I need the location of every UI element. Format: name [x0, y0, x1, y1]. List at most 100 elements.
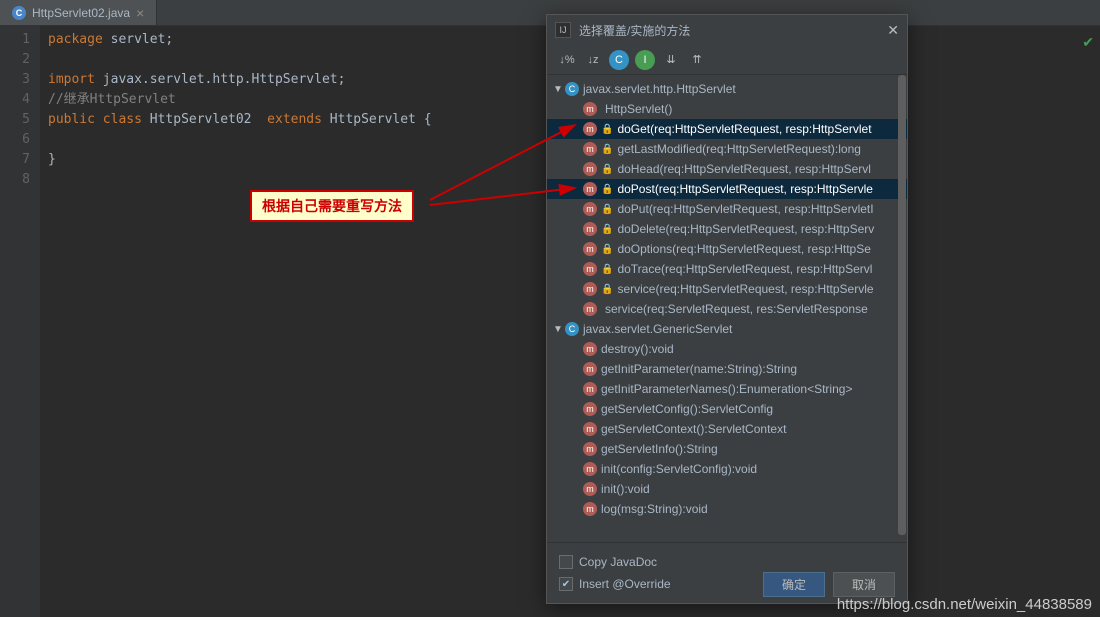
line-number: 6 — [0, 130, 30, 150]
lock-icon: 🔒 — [601, 204, 613, 215]
method-label: destroy():void — [601, 342, 674, 356]
method-icon: m — [583, 262, 597, 276]
dialog-titlebar: IJ 选择覆盖/实施的方法 ✕ — [547, 15, 907, 45]
lock-icon: 🔒 — [601, 124, 613, 135]
line-number: 4 — [0, 90, 30, 110]
tree-method-node[interactable]: m HttpServlet() — [547, 99, 907, 119]
scrollbar-thumb[interactable] — [898, 75, 906, 535]
ok-button[interactable]: 确定 — [763, 572, 825, 597]
method-label: getServletConfig():ServletConfig — [601, 402, 773, 416]
chevron-down-icon: ▼ — [553, 324, 565, 335]
tree-class-node[interactable]: ▼ C javax.servlet.GenericServlet — [547, 319, 907, 339]
tree-method-node[interactable]: mgetServletInfo():String — [547, 439, 907, 459]
method-icon: m — [583, 462, 597, 476]
dialog-title: 选择覆盖/实施的方法 — [579, 22, 690, 39]
class-label: javax.servlet.GenericServlet — [583, 322, 732, 336]
class-label: javax.servlet.http.HttpServlet — [583, 82, 736, 96]
tree-method-node[interactable]: m🔒doPost(req:HttpServletRequest, resp:Ht… — [547, 179, 907, 199]
tree-method-node[interactable]: m getInitParameterNames():Enumeration<Str… — [547, 379, 907, 399]
filter-class-icon[interactable]: C — [609, 50, 629, 70]
method-label: service(req:ServletRequest, res:ServletR… — [605, 302, 868, 316]
tree-method-node[interactable]: m 🔒 doGet(req:HttpServletRequest, resp:Htt… — [547, 119, 907, 139]
copy-javadoc-label: Copy JavaDoc — [579, 555, 657, 569]
no-problems-icon: ✔ — [1082, 34, 1094, 51]
method-icon: m — [583, 302, 597, 316]
line-number: 3 — [0, 70, 30, 90]
intellij-icon: IJ — [555, 22, 571, 38]
annotation-callout: 根据自己需要重写方法 — [250, 190, 414, 222]
method-label: HttpServlet() — [605, 102, 672, 116]
tree-method-node[interactable]: m 🔒 doDelete(req:HttpServletRequest, resp:… — [547, 219, 907, 239]
method-icon: m — [583, 442, 597, 456]
filter-interface-icon[interactable]: I — [635, 50, 655, 70]
lock-icon: 🔒 — [601, 284, 613, 295]
method-label: getInitParameterNames():Enumeration<Stri… — [601, 382, 852, 396]
lock-icon: 🔒 — [601, 164, 613, 175]
file-tab[interactable]: C HttpServlet02.java × — [0, 0, 157, 25]
line-number: 7 — [0, 150, 30, 170]
method-icon: m — [583, 282, 597, 296]
method-icon: m — [583, 242, 597, 256]
method-icon: m — [583, 102, 597, 116]
method-icon: m — [583, 162, 597, 176]
tree-method-node[interactable]: m destroy():void — [547, 339, 907, 359]
tree-method-node[interactable]: m 🔒 doTrace(req:HttpServletRequest, resp:H… — [547, 259, 907, 279]
class-icon: C — [565, 82, 579, 96]
method-label: doGet(req:HttpServletRequest, resp:HttpS… — [617, 122, 871, 136]
line-number: 2 — [0, 50, 30, 70]
copy-javadoc-checkbox[interactable] — [559, 555, 573, 569]
lock-icon: 🔒 — [601, 224, 613, 235]
method-icon: m — [583, 122, 597, 136]
tree-method-node[interactable]: minit():void — [547, 479, 907, 499]
expand-icon[interactable]: ⇊ — [661, 50, 681, 70]
method-tree[interactable]: ▼ C javax.servlet.http.HttpServlet m Http… — [547, 75, 907, 542]
method-label: doHead(req:HttpServletRequest, resp:Http… — [617, 162, 870, 176]
tree-method-node[interactable]: m getServletContext():ServletContext — [547, 419, 907, 439]
tree-class-node[interactable]: ▼ C javax.servlet.http.HttpServlet — [547, 79, 907, 99]
tree-method-node[interactable]: m service(req:ServletRequest, res:Servlet… — [547, 299, 907, 319]
tree-method-node[interactable]: m 🔒 service(req:HttpServletRequest, resp:H… — [547, 279, 907, 299]
tree-method-node[interactable]: m 🔒 doHead(req:HttpServletRequest, resp:Ht… — [547, 159, 907, 179]
method-icon: m — [583, 502, 597, 516]
method-icon: m — [583, 342, 597, 356]
lock-icon: 🔒 — [601, 184, 613, 195]
method-icon: m — [583, 142, 597, 156]
insert-override-checkbox[interactable]: ✔ — [559, 577, 573, 591]
override-methods-dialog: IJ 选择覆盖/实施的方法 ✕ ↓% ↓ᴢ C I ⇊ ⇈ ▼ C javax.… — [546, 14, 908, 604]
watermark: https://blog.csdn.net/weixin_44838589 — [837, 596, 1092, 613]
sort2-icon[interactable]: ↓ᴢ — [583, 50, 603, 70]
line-gutter: 1 2 3 4 5 6 7 8 — [0, 26, 40, 617]
collapse-icon[interactable]: ⇈ — [687, 50, 707, 70]
tree-method-node[interactable]: m🔒doOptions(req:HttpServletRequest, resp… — [547, 239, 907, 259]
method-label: doTrace(req:HttpServletRequest, resp:Htt… — [617, 262, 872, 276]
method-icon: m — [583, 382, 597, 396]
method-icon: m — [583, 222, 597, 236]
lock-icon: 🔒 — [601, 144, 613, 155]
method-label: log(msg:String):void — [601, 502, 708, 516]
method-label: doOptions(req:HttpServletRequest, resp:H… — [617, 242, 870, 256]
method-label: getLastModified(req:HttpServletRequest):… — [617, 142, 860, 156]
method-icon: m — [583, 482, 597, 496]
line-number: 5 — [0, 110, 30, 130]
dialog-toolbar: ↓% ↓ᴢ C I ⇊ ⇈ — [547, 45, 907, 75]
method-label: getServletContext():ServletContext — [601, 422, 786, 436]
method-icon: m — [583, 402, 597, 416]
chevron-down-icon: ▼ — [553, 84, 565, 95]
tree-method-node[interactable]: mgetInitParameter(name:String):String — [547, 359, 907, 379]
lock-icon: 🔒 — [601, 264, 613, 275]
dialog-footer: Copy JavaDoc ✔ Insert @Override 确定 取消 — [547, 542, 907, 603]
method-label: service(req:HttpServletRequest, resp:Htt… — [617, 282, 873, 296]
tree-method-node[interactable]: m log(msg:String):void — [547, 499, 907, 519]
method-label: doDelete(req:HttpServletRequest, resp:Ht… — [617, 222, 874, 236]
tree-method-node[interactable]: m🔒doPut(req:HttpServletRequest, resp:Htt… — [547, 199, 907, 219]
method-icon: m — [583, 422, 597, 436]
tree-method-node[interactable]: minit(config:ServletConfig):void — [547, 459, 907, 479]
tree-method-node[interactable]: m 🔒 getLastModified(req:HttpServletRequest… — [547, 139, 907, 159]
close-icon[interactable]: ✕ — [887, 22, 899, 39]
tree-method-node[interactable]: m getServletConfig():ServletConfig — [547, 399, 907, 419]
line-number: 8 — [0, 170, 30, 190]
method-icon: m — [583, 362, 597, 376]
close-icon[interactable]: × — [136, 5, 144, 21]
cancel-button[interactable]: 取消 — [833, 572, 895, 597]
sort-icon[interactable]: ↓% — [557, 50, 577, 70]
